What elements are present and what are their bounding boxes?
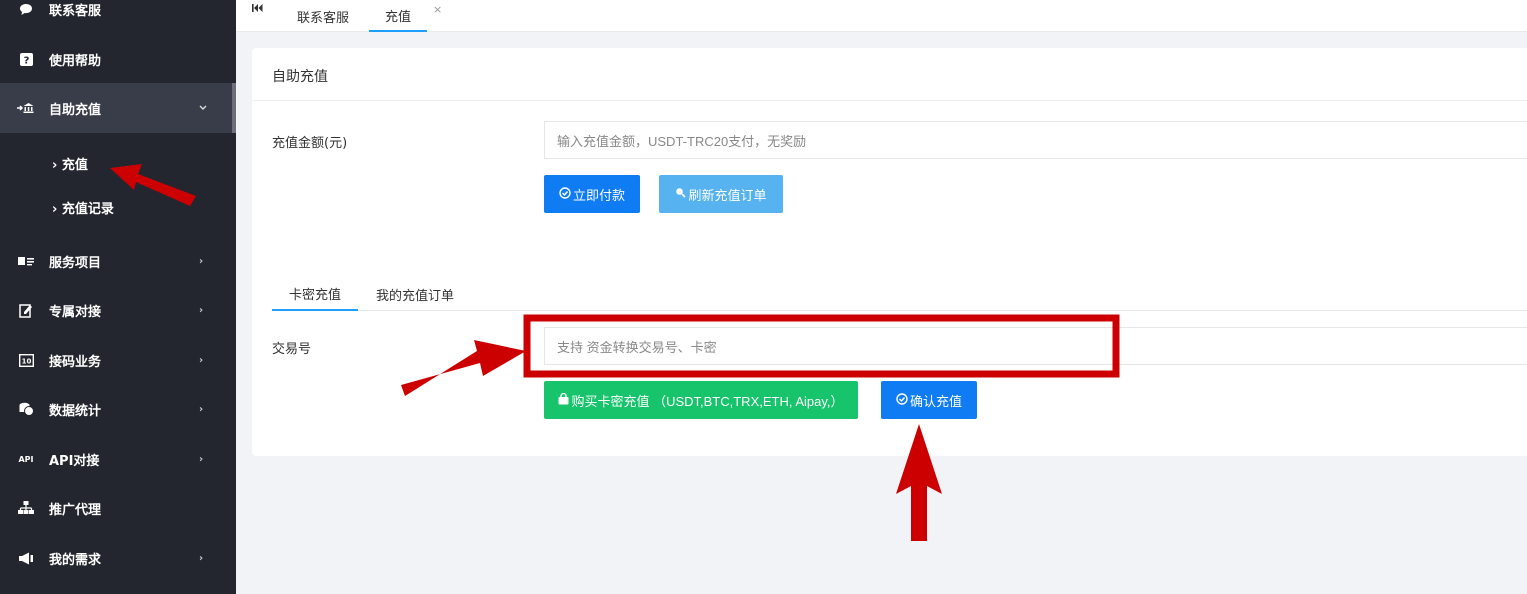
sidebar-item-label: 使用帮助 (49, 53, 102, 69)
sidebar-item-dedicated[interactable]: 专属对接 › (0, 285, 236, 335)
api-icon: API (17, 450, 35, 468)
tab-recharge[interactable]: 充值 (369, 0, 428, 32)
chevron-right-icon: › (199, 255, 204, 267)
chevron-right-icon: › (52, 201, 58, 217)
close-icon[interactable]: × (433, 3, 442, 16)
search-icon (675, 187, 687, 201)
check-circle-icon (896, 392, 908, 408)
shopping-bag-icon (558, 392, 569, 408)
sidebar-item-label: 数据统计 (49, 403, 102, 419)
chevron-down-icon (199, 103, 207, 114)
amount-input[interactable]: 输入充值金额，USDT-TRC20支付，无奖励 (544, 121, 1527, 159)
chevron-right-icon: › (199, 304, 204, 316)
buy-card-key-button[interactable]: 购买卡密充值 （USDT,BTC,TRX,ETH, Aipay,） (544, 381, 858, 419)
chevron-right-icon: › (199, 552, 204, 564)
sidebar-item-help[interactable]: ? 使用帮助 (0, 34, 236, 84)
tab-card-key-recharge[interactable]: 卡密充值 (272, 278, 359, 311)
tab-contact-support[interactable]: 联系客服 (297, 0, 349, 32)
chevron-right-icon: › (199, 453, 204, 465)
divider (252, 100, 1527, 101)
recharge-card: 自助充值 充值金额(元) 输入充值金额，USDT-TRC20支付，无奖励 立即付… (252, 48, 1527, 456)
coins-icon (17, 400, 35, 418)
tab-my-orders[interactable]: 我的充值订单 (376, 278, 454, 311)
first-page-icon[interactable] (252, 3, 263, 16)
confirm-recharge-button[interactable]: 确认充值 (881, 381, 977, 419)
transaction-input[interactable]: 支持 资金转换交易号、卡密 (544, 327, 1527, 365)
sidebar-subitem-recharge[interactable]: › 充值 (0, 143, 236, 183)
transaction-label: 交易号 (272, 342, 312, 357)
sidebar-subitem-label: › 充值 (52, 157, 88, 173)
bullhorn-icon (17, 549, 35, 567)
sidebar-item-label: 服务项目 (49, 255, 102, 271)
tab-bar: 联系客服 充值 × (236, 0, 1527, 32)
card-title: 自助充值 (272, 69, 328, 85)
sidebar-item-my-requests[interactable]: 我的需求 › (0, 533, 236, 583)
pay-now-button[interactable]: 立即付款 (544, 175, 640, 213)
sidebar-item-services[interactable]: 服务项目 › (0, 236, 236, 286)
sidebar-subitem-label: › 充值记录 (52, 201, 114, 217)
check-circle-icon (559, 186, 571, 202)
edit-icon (17, 301, 35, 319)
chat-icon (17, 0, 35, 18)
bank-icon (17, 99, 35, 117)
chevron-right-icon: › (52, 157, 58, 173)
chevron-right-icon: › (199, 354, 204, 366)
sidebar-item-sms-code[interactable]: 10 接码业务 › (0, 335, 236, 385)
sidebar-item-label: 联系客服 (49, 3, 102, 19)
sidebar: 联系客服 ? 使用帮助 自助充值 › 充值 › 充值记录 服务项目 › 专属对接… (0, 0, 236, 594)
sidebar-item-contact-support[interactable]: 联系客服 (0, 0, 236, 34)
svg-text:?: ? (23, 55, 29, 66)
sidebar-item-label: 推广代理 (49, 502, 102, 518)
chevron-right-icon: › (199, 403, 204, 415)
sidebar-item-statistics[interactable]: 数据统计 › (0, 384, 236, 434)
svg-text:10: 10 (21, 357, 31, 365)
refresh-orders-button[interactable]: 刷新充值订单 (659, 175, 783, 213)
card-icon (17, 252, 35, 270)
help-icon: ? (17, 50, 35, 68)
sitemap-icon (17, 499, 35, 517)
sidebar-item-referral[interactable]: 推广代理 (0, 483, 236, 533)
sidebar-item-label: API对接 (49, 453, 100, 469)
sidebar-item-label: 自助充值 (49, 102, 102, 118)
code-icon: 10 (17, 351, 35, 369)
sidebar-subitem-recharge-records[interactable]: › 充值记录 (0, 187, 236, 227)
sidebar-item-label: 专属对接 (49, 304, 102, 320)
svg-text:API: API (18, 455, 33, 463)
sidebar-item-label: 我的需求 (49, 552, 102, 568)
sidebar-item-self-recharge[interactable]: 自助充值 (0, 83, 236, 133)
recharge-tabs: 卡密充值 我的充值订单 (272, 278, 1527, 311)
amount-label: 充值金额(元) (272, 136, 348, 151)
sidebar-item-label: 接码业务 (49, 354, 102, 370)
sidebar-item-api[interactable]: API API对接 › (0, 434, 236, 484)
